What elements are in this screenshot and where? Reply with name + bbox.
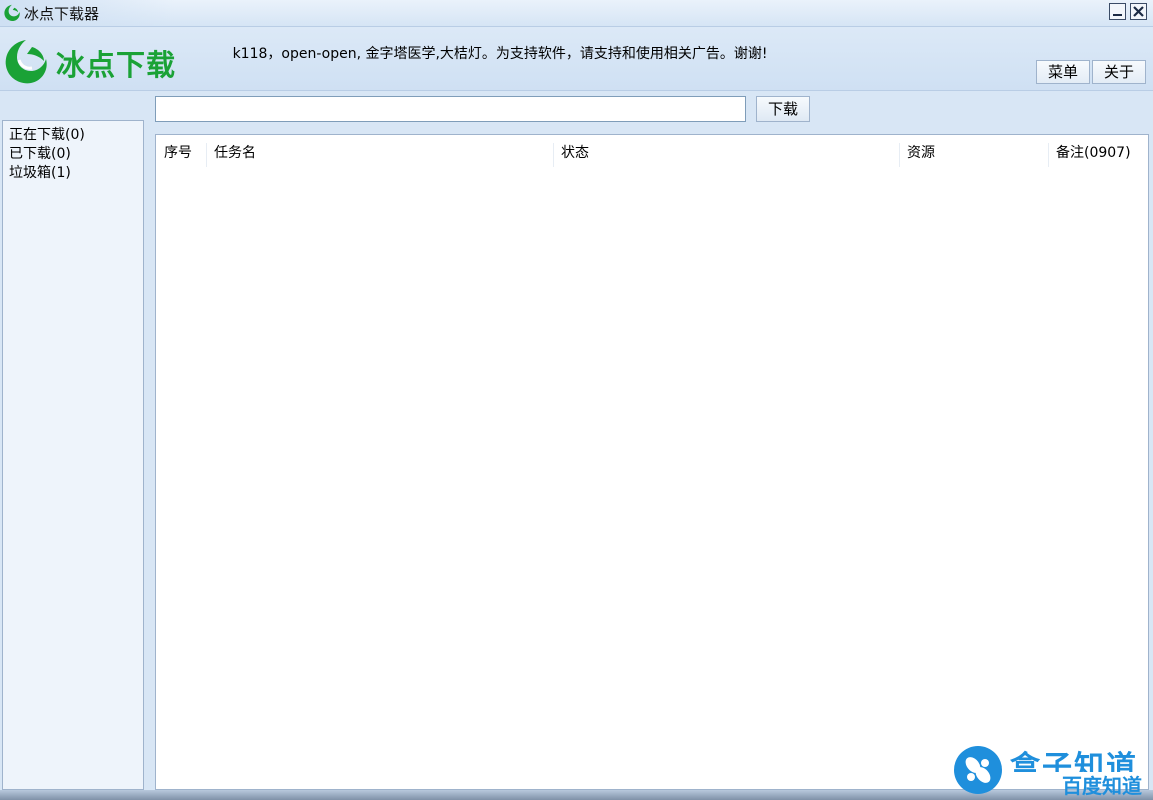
column-header-status[interactable]: 状态 — [561, 143, 589, 163]
ad-marquee: ok118，open-open, 金字塔医学,大桔灯。为支持软件，请支持和使用相… — [232, 43, 832, 63]
close-button[interactable] — [1130, 3, 1147, 20]
about-button[interactable]: 关于 — [1092, 60, 1146, 84]
watermark-text-top: 盒子知道 — [1010, 750, 1138, 772]
sidebar-item-trash[interactable]: 垃圾箱(1) — [9, 164, 71, 182]
column-header-notes[interactable]: 备注(0907) — [1056, 143, 1131, 163]
task-table: 序号 任务名 状态 资源 备注(0907) — [155, 134, 1149, 790]
header-divider — [0, 90, 1153, 91]
column-divider[interactable] — [553, 143, 554, 167]
title-bar[interactable]: 冰点下载器 — [0, 0, 1153, 27]
download-button[interactable]: 下载 — [756, 96, 810, 122]
window-title: 冰点下载器 — [24, 5, 100, 23]
brand-name: 冰点下载 — [56, 48, 177, 82]
menu-button[interactable]: 菜单 — [1036, 60, 1090, 84]
close-icon — [1133, 6, 1144, 17]
column-divider[interactable] — [899, 143, 900, 167]
minimize-button[interactable] — [1109, 3, 1126, 20]
brand-logo-icon — [5, 40, 47, 84]
column-header-task-name[interactable]: 任务名 — [214, 143, 256, 163]
watermark-text-bottom: 百度知道 — [1062, 774, 1142, 798]
category-sidebar: 正在下载(0) 已下载(0) 垃圾箱(1) — [2, 120, 144, 790]
column-divider[interactable] — [1048, 143, 1049, 167]
watermark: 盒子知道 百度知道 — [952, 742, 1152, 800]
app-header: 冰点下载 ok118，open-open, 金字塔医学,大桔灯。为支持软件，请支… — [0, 27, 1153, 90]
column-header-index[interactable]: 序号 — [164, 143, 192, 163]
column-header-source[interactable]: 资源 — [907, 143, 935, 163]
marquee-text: ok118，open-open, 金字塔医学,大桔灯。为支持软件，请支持和使用相… — [232, 46, 768, 62]
sidebar-item-downloaded[interactable]: 已下载(0) — [9, 145, 71, 163]
column-divider[interactable] — [206, 143, 207, 167]
app-logo-icon — [4, 4, 20, 22]
sidebar-item-downloading[interactable]: 正在下载(0) — [9, 126, 85, 144]
watermark-logo-icon — [954, 746, 1002, 794]
url-input[interactable] — [155, 96, 746, 122]
